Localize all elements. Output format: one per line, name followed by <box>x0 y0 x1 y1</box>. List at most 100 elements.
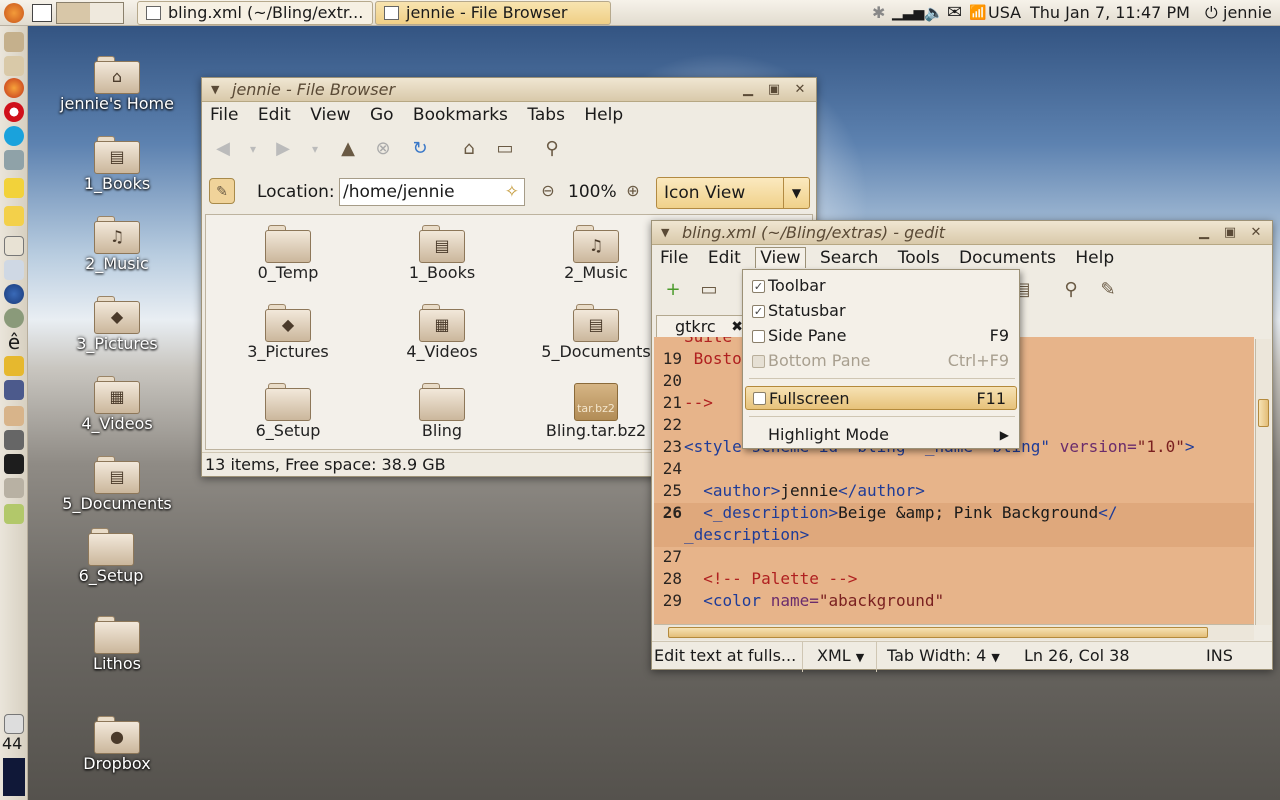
zoom-level[interactable]: 100% <box>568 182 617 202</box>
menu-file[interactable]: File <box>660 248 688 268</box>
menu-edit[interactable]: Edit <box>258 105 291 125</box>
dictionary-icon[interactable] <box>4 380 24 400</box>
gedit-titlebar[interactable]: ▼ bling.xml (~/Bling/extras) - gedit ▁ ▣… <box>652 221 1272 245</box>
settings-icon[interactable] <box>4 308 24 328</box>
desktop-icon-setup[interactable]: 6_Setup <box>36 528 186 585</box>
back-history-icon[interactable]: ▾ <box>240 136 266 162</box>
new-document-icon[interactable]: + <box>660 277 686 303</box>
zoom-in-icon[interactable]: ⊕ <box>620 178 646 204</box>
network-icon[interactable]: 📶 <box>969 2 986 24</box>
close-icon[interactable]: ✕ <box>790 78 810 102</box>
menu-view[interactable]: View <box>755 247 806 268</box>
file-item[interactable]: ◆ 3_Pictures <box>218 304 358 361</box>
book-icon[interactable] <box>4 356 24 376</box>
desktop-icon-music[interactable]: ♫ 2_Music <box>42 216 192 273</box>
notes-icon[interactable] <box>4 206 24 226</box>
file-item[interactable]: 6_Setup <box>218 383 358 440</box>
apps-launcher-icon[interactable] <box>4 56 24 76</box>
text-editor-launcher-icon[interactable] <box>4 236 24 256</box>
open-icon[interactable]: ▭ <box>696 277 722 303</box>
power-icon[interactable]: ⏻ <box>1205 2 1218 24</box>
file-item[interactable]: ▤ 1_Books <box>372 225 512 282</box>
search-icon[interactable]: ⚲ <box>1058 277 1084 303</box>
menu-help[interactable]: Help <box>1075 248 1114 268</box>
file-item[interactable]: tar.bz2 Bling.tar.bz2 <box>526 383 666 440</box>
computer-icon[interactable]: ▭ <box>492 136 518 162</box>
maximize-icon[interactable]: ▣ <box>764 78 784 102</box>
menu-bookmarks[interactable]: Bookmarks <box>413 105 508 125</box>
firefox-icon[interactable] <box>4 78 24 98</box>
menu-item-toolbar[interactable]: ✓ Toolbar <box>743 274 1019 298</box>
menu-documents[interactable]: Documents <box>959 248 1056 268</box>
zoom-out-icon[interactable]: ⊖ <box>535 178 561 204</box>
close-icon[interactable]: ✕ <box>1246 221 1266 245</box>
signal-icon[interactable]: ▁▃▅ <box>892 2 924 24</box>
language-select[interactable]: XML ▼ <box>802 642 870 672</box>
view-mode-select[interactable]: Icon View ▼ <box>656 177 810 209</box>
file-item[interactable]: ▦ 4_Videos <box>372 304 512 361</box>
pencil-icon[interactable]: ✎ <box>209 178 235 204</box>
desktop-icon-home[interactable]: ⌂ jennie's Home <box>42 56 192 113</box>
menu-item-side-pane[interactable]: Side Pane F9 <box>743 324 1019 348</box>
terminal-icon[interactable] <box>4 454 24 474</box>
desktop-icon-pictures[interactable]: ◆ 3_Pictures <box>42 296 192 353</box>
menu-tools[interactable]: Tools <box>898 248 940 268</box>
menu-tabs[interactable]: Tabs <box>527 105 565 125</box>
reload-icon[interactable]: ↻ <box>407 136 433 162</box>
minimize-icon[interactable]: ▁ <box>738 78 758 102</box>
window-menu-icon[interactable]: ▼ <box>211 78 219 102</box>
clear-icon[interactable]: ✧ <box>505 179 519 205</box>
menu-go[interactable]: Go <box>370 105 394 125</box>
file-item[interactable]: 0_Temp <box>218 225 358 282</box>
ie-icon[interactable]: ê <box>4 332 24 352</box>
desktop-icon-dropbox[interactable]: ● Dropbox <box>42 716 192 773</box>
forward-icon[interactable]: ▶ <box>270 136 296 162</box>
search-replace-icon[interactable]: ✎ <box>1095 277 1121 303</box>
tab-width-select[interactable]: Tab Width: 4 ▼ <box>876 642 1000 672</box>
file-item[interactable]: Bling <box>372 383 512 440</box>
menu-edit[interactable]: Edit <box>708 248 741 268</box>
mail-client-icon[interactable] <box>4 178 24 198</box>
tools-icon[interactable] <box>4 478 24 498</box>
menu-help[interactable]: Help <box>584 105 623 125</box>
location-input[interactable]: /home/jennie ✧ <box>339 178 525 206</box>
scrollbar-thumb[interactable] <box>668 627 1208 638</box>
trash-icon[interactable] <box>4 714 24 734</box>
mail-icon[interactable]: ✉ <box>947 2 962 24</box>
system-monitor-icon[interactable] <box>3 758 25 796</box>
vertical-scrollbar[interactable] <box>1255 339 1271 625</box>
task-file-browser[interactable]: jennie - File Browser <box>375 1 611 25</box>
scrollbar-thumb[interactable] <box>1258 399 1269 427</box>
task-gedit[interactable]: bling.xml (~/Bling/extr... <box>137 1 373 25</box>
menu-file[interactable]: File <box>210 105 238 125</box>
horizontal-scrollbar[interactable] <box>654 624 1254 640</box>
user-name[interactable]: jennie <box>1223 2 1272 24</box>
file-item[interactable]: ▤ 5_Documents <box>526 304 666 361</box>
search-icon[interactable]: ⚲ <box>539 136 565 162</box>
desktop-icon-documents[interactable]: ▤ 5_Documents <box>42 456 192 513</box>
up-icon[interactable]: ▲ <box>335 136 361 162</box>
window-menu-icon[interactable]: ▼ <box>661 221 669 245</box>
desktop-icon-lithos[interactable]: Lithos <box>42 616 192 673</box>
archive-icon[interactable] <box>4 406 24 426</box>
file-browser-titlebar[interactable]: ▼ jennie - File Browser ▁ ▣ ✕ <box>202 78 816 102</box>
menu-item-highlight-mode[interactable]: Highlight Mode ▶ <box>743 423 1019 447</box>
desktop-icon-books[interactable]: ▤ 1_Books <box>42 136 192 193</box>
workspace-switcher[interactable] <box>56 2 124 24</box>
browser-icon[interactable] <box>4 284 24 304</box>
keyboard-layout[interactable]: USA <box>988 2 1021 24</box>
clock[interactable]: Thu Jan 7, 11:47 PM <box>1030 2 1190 24</box>
minimize-icon[interactable]: ▁ <box>1194 221 1214 245</box>
bluetooth-icon[interactable]: ✱ <box>872 2 885 24</box>
back-icon[interactable]: ◀ <box>210 136 236 162</box>
file-item[interactable]: ♫ 2_Music <box>526 225 666 282</box>
messenger-icon[interactable] <box>4 150 24 170</box>
menu-search[interactable]: Search <box>820 248 878 268</box>
menu-item-statusbar[interactable]: ✓ Statusbar <box>743 299 1019 323</box>
home-icon[interactable]: ⌂ <box>456 136 482 162</box>
opera-icon[interactable] <box>4 102 24 122</box>
menu-item-fullscreen[interactable]: Fullscreen F11 <box>745 386 1017 410</box>
home-launcher-icon[interactable] <box>4 32 24 52</box>
forward-history-icon[interactable]: ▾ <box>302 136 328 162</box>
tab-gtkrc[interactable]: gtkrc ✖ <box>656 315 746 339</box>
